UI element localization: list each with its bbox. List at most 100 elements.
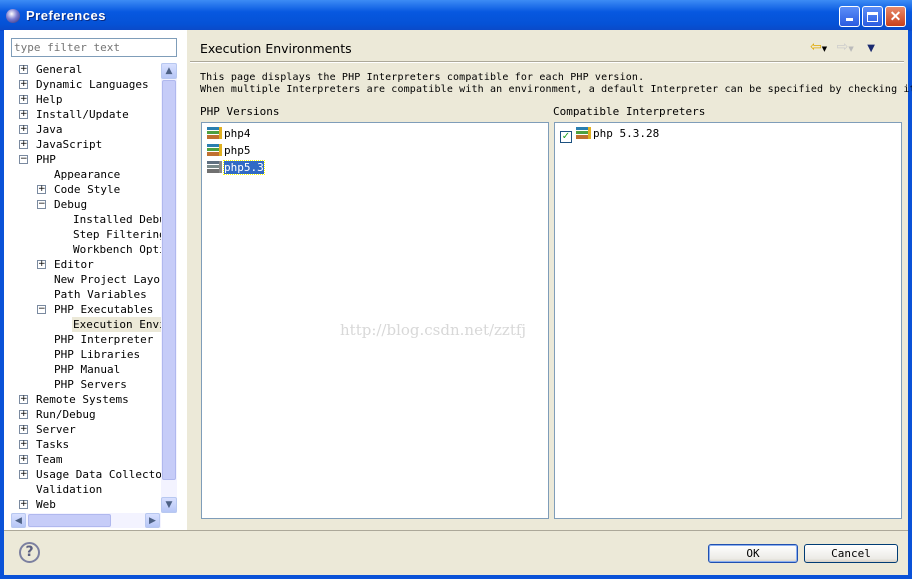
cancel-button[interactable]: Cancel [804,544,898,563]
tree-item[interactable]: + Editor [4,257,161,272]
tree-item[interactable]: + Server [4,422,161,437]
tree-item[interactable]: + Java [4,122,161,137]
scroll-down-button[interactable]: ▼ [161,497,177,513]
close-button[interactable]: ✕ [885,6,906,27]
expand-icon[interactable]: + [37,185,46,194]
tree-item[interactable]: Workbench Options [4,242,161,257]
tree-item[interactable]: − PHP Executables [4,302,161,317]
tree-item-label: Install/Update [36,108,129,121]
expand-icon[interactable]: + [19,80,28,89]
tree-item[interactable]: + Dynamic Languages [4,77,161,92]
expand-icon[interactable]: + [19,425,28,434]
tree-item[interactable]: + Code Style [4,182,161,197]
title-bar: Preferences ✕ [0,0,912,30]
scroll-thumb[interactable] [162,80,176,480]
php-version-item[interactable]: php5.3 [207,160,265,175]
expand-icon[interactable]: + [19,440,28,449]
scroll-left-button[interactable]: ◀ [11,513,26,528]
interpreter-label: php 5.3.28 [593,127,660,140]
forward-dropdown-icon[interactable]: ▼ [848,45,853,53]
tree-item-label: PHP Servers [54,378,127,391]
tree-item-label: PHP Interpreter [54,333,154,346]
maximize-button[interactable] [862,6,883,27]
eclipse-icon [6,9,20,23]
tree-item-label: Remote Systems [36,393,129,406]
php-version-label: php5 [224,144,251,157]
help-icon[interactable]: ? [19,542,40,563]
tree-item-label: Web [36,498,56,511]
tree-item[interactable]: Installed Debuggers [4,212,161,227]
tree-item[interactable]: Execution Environments [4,317,161,332]
tree-item[interactable]: PHP Manual [4,362,161,377]
tree-item-label: PHP Executables [54,303,154,316]
scroll-up-button[interactable]: ▲ [161,63,177,79]
tree-item-label: Server [36,423,76,436]
tree-item-label: Usage Data Collector [36,468,161,481]
expand-icon[interactable]: + [19,500,28,509]
expand-icon[interactable]: + [37,260,46,269]
tree-item[interactable]: + Web [4,497,161,512]
page-content: Execution Environments ⇦▼ ⇨▼ ▼ This page… [190,30,912,530]
tree-item[interactable]: + General [4,62,161,77]
tree-item-label: Team [36,453,63,466]
tree-item[interactable]: + JavaScript [4,137,161,152]
expand-icon[interactable]: + [19,455,28,464]
collapse-icon[interactable]: − [19,155,28,164]
tree-item[interactable]: − PHP [4,152,161,167]
tree-item[interactable]: Path Variables [4,287,161,302]
scroll-right-button[interactable]: ▶ [145,513,160,528]
tree-item-label: New Project Layout [54,273,161,286]
tree-item-label: Path Variables [54,288,147,301]
tree-item[interactable]: Step Filtering [4,227,161,242]
collapse-icon[interactable]: − [37,305,46,314]
tree-item[interactable]: PHP Libraries [4,347,161,362]
tree-item-label: Workbench Options [73,243,161,256]
tree-item[interactable]: + Team [4,452,161,467]
expand-icon[interactable]: + [19,395,28,404]
tree-vertical-scrollbar[interactable]: ▲ ▼ [161,63,177,513]
tree-item-label: Step Filtering [73,228,161,241]
hscroll-thumb[interactable] [28,514,111,527]
tree-item[interactable]: PHP Interpreter [4,332,161,347]
back-dropdown-icon[interactable]: ▼ [822,45,827,53]
tree-item[interactable]: Appearance [4,167,161,182]
php-version-item[interactable]: php5 [207,143,251,158]
tree-horizontal-scrollbar[interactable]: ◀ ▶ [11,513,161,528]
collapse-icon[interactable]: − [37,200,46,209]
header-separator [190,61,904,63]
php-version-item[interactable]: php4 [207,126,251,141]
view-menu-icon[interactable]: ▼ [867,43,875,54]
tree-item[interactable]: Validation [4,482,161,497]
tree-item[interactable]: + Install/Update [4,107,161,122]
expand-icon[interactable]: + [19,140,28,149]
ok-button[interactable]: OK [708,544,798,563]
tree-item[interactable]: + Tasks [4,437,161,452]
tree-item[interactable]: New Project Layout [4,272,161,287]
expand-icon[interactable]: + [19,125,28,134]
tree-item[interactable]: + Usage Data Collector [4,467,161,482]
minimize-button[interactable] [839,6,860,27]
compatible-interpreters-label: Compatible Interpreters [553,105,706,118]
expand-icon[interactable]: + [19,110,28,119]
back-arrow-icon[interactable]: ⇦ [810,39,822,55]
expand-icon[interactable]: + [19,470,28,479]
tree-item[interactable]: PHP Servers [4,377,161,392]
tree-item-label: Code Style [54,183,121,196]
expand-icon[interactable]: + [19,95,28,104]
interpreter-checkbox[interactable]: ✓ [560,131,572,143]
expand-icon[interactable]: + [19,65,28,74]
tree-item[interactable]: − Debug [4,197,161,212]
tree-item-label: Java [36,123,63,136]
tree-item-label: JavaScript [36,138,103,151]
php-versions-label: PHP Versions [200,105,280,118]
expand-icon[interactable]: + [19,410,28,419]
php-version-label: php4 [224,127,251,140]
forward-arrow-icon[interactable]: ⇨ [837,39,849,55]
minimize-icon [846,18,853,21]
interpreter-item[interactable]: ✓ php 5.3.28 [560,126,660,143]
filter-input[interactable] [11,38,177,57]
tree-item[interactable]: + Run/Debug [4,407,161,422]
tree-item[interactable]: + Help [4,92,161,107]
tree-item[interactable]: + Remote Systems [4,392,161,407]
tree-item-label: Validation [36,483,103,496]
